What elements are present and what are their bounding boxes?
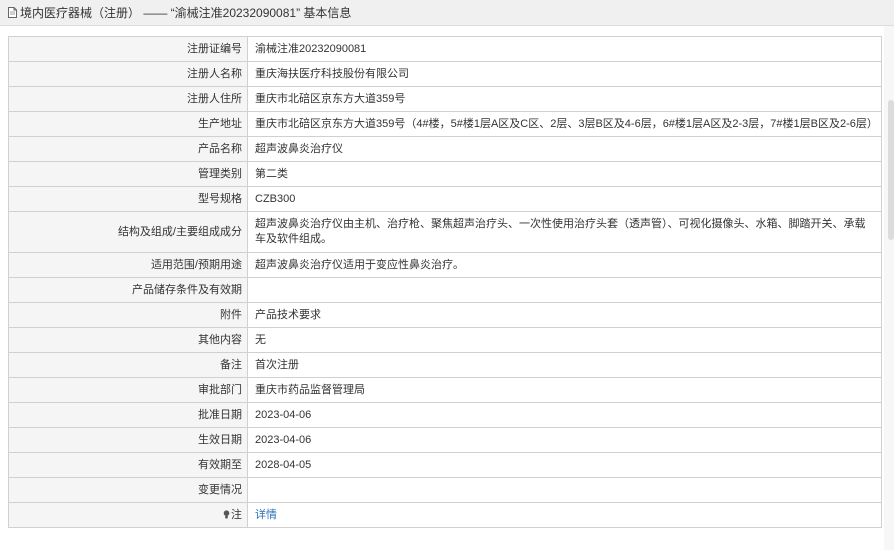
- document-icon: [8, 7, 17, 18]
- row-label: 适用范围/预期用途: [8, 252, 248, 278]
- table-row: 附件 产品技术要求: [8, 302, 882, 328]
- row-value: 第二类: [247, 161, 882, 187]
- table-row: 生产地址 重庆市北碚区京东方大道359号（4#楼，5#楼1层A区及C区、2层、3…: [8, 111, 882, 137]
- row-label: 生产地址: [8, 111, 248, 137]
- detail-table-wrapper: 注册证编号 渝械注准20232090081 注册人名称 重庆海扶医疗科技股份有限…: [8, 36, 882, 528]
- table-row: 备注 首次注册: [8, 352, 882, 378]
- row-value: 首次注册: [247, 352, 882, 378]
- row-value: 产品技术要求: [247, 302, 882, 328]
- row-value: 无: [247, 327, 882, 353]
- row-label: 注册人住所: [8, 86, 248, 112]
- row-label: 注册人名称: [8, 61, 248, 87]
- row-value: 2023-04-06: [247, 427, 882, 453]
- row-label: 产品储存条件及有效期: [8, 277, 248, 303]
- table-row: 结构及组成/主要组成成分 超声波鼻炎治疗仪由主机、治疗枪、聚焦超声治疗头、一次性…: [8, 211, 882, 253]
- row-label: 管理类别: [8, 161, 248, 187]
- table-row: 其他内容 无: [8, 327, 882, 353]
- row-label: 产品名称: [8, 136, 248, 162]
- row-label: 生效日期: [8, 427, 248, 453]
- row-value: 超声波鼻炎治疗仪适用于变应性鼻炎治疗。: [247, 252, 882, 278]
- table-row: 注 详情: [8, 502, 882, 528]
- row-label: 其他内容: [8, 327, 248, 353]
- table-row: 注册人名称 重庆海扶医疗科技股份有限公司: [8, 61, 882, 87]
- row-label: 有效期至: [8, 452, 248, 478]
- row-value: [247, 277, 882, 303]
- table-row: 注册证编号 渝械注准20232090081: [8, 36, 882, 62]
- lightbulb-icon: [223, 509, 230, 518]
- table-row: 产品名称 超声波鼻炎治疗仪: [8, 136, 882, 162]
- row-label: 变更情况: [8, 477, 248, 503]
- note-label-cell: 注: [8, 502, 248, 528]
- row-value: 重庆海扶医疗科技股份有限公司: [247, 61, 882, 87]
- table-row: 审批部门 重庆市药品监督管理局: [8, 377, 882, 403]
- note-value-cell: 详情: [247, 502, 882, 528]
- row-label: 注: [231, 508, 242, 521]
- row-value: [247, 477, 882, 503]
- table-row: 变更情况: [8, 477, 882, 503]
- table-row: 管理类别 第二类: [8, 161, 882, 187]
- row-label: 批准日期: [8, 402, 248, 428]
- page-title: 境内医疗器械（注册） —— “渝械注准20232090081” 基本信息: [20, 6, 352, 20]
- row-value: 2028-04-05: [247, 452, 882, 478]
- row-value: 重庆市北碚区京东方大道359号（4#楼，5#楼1层A区及C区、2层、3层B区及4…: [247, 111, 882, 137]
- row-label: 备注: [8, 352, 248, 378]
- table-row: 批准日期 2023-04-06: [8, 402, 882, 428]
- row-value: 2023-04-06: [247, 402, 882, 428]
- table-row: 型号规格 CZB300: [8, 186, 882, 212]
- row-value: 渝械注准20232090081: [247, 36, 882, 62]
- row-value: CZB300: [247, 186, 882, 212]
- page-title-bar: 境内医疗器械（注册） —— “渝械注准20232090081” 基本信息: [0, 0, 894, 26]
- row-value: 超声波鼻炎治疗仪: [247, 136, 882, 162]
- row-label: 型号规格: [8, 186, 248, 212]
- row-value: 重庆市药品监督管理局: [247, 377, 882, 403]
- page: 境内医疗器械（注册） —— “渝械注准20232090081” 基本信息 注册证…: [0, 0, 894, 550]
- scrollbar-thumb[interactable]: [888, 100, 894, 240]
- table-row: 注册人住所 重庆市北碚区京东方大道359号: [8, 86, 882, 112]
- detail-table: 注册证编号 渝械注准20232090081 注册人名称 重庆海扶医疗科技股份有限…: [8, 36, 882, 528]
- row-label: 结构及组成/主要组成成分: [8, 211, 248, 253]
- table-row: 生效日期 2023-04-06: [8, 427, 882, 453]
- row-label: 附件: [8, 302, 248, 328]
- row-label: 注册证编号: [8, 36, 248, 62]
- row-value: 重庆市北碚区京东方大道359号: [247, 86, 882, 112]
- row-label: 审批部门: [8, 377, 248, 403]
- details-link[interactable]: 详情: [255, 509, 277, 521]
- table-row: 产品储存条件及有效期: [8, 277, 882, 303]
- row-value: 超声波鼻炎治疗仪由主机、治疗枪、聚焦超声治疗头、一次性使用治疗头套（透声管）、可…: [247, 211, 882, 253]
- table-row: 适用范围/预期用途 超声波鼻炎治疗仪适用于变应性鼻炎治疗。: [8, 252, 882, 278]
- table-row: 有效期至 2028-04-05: [8, 452, 882, 478]
